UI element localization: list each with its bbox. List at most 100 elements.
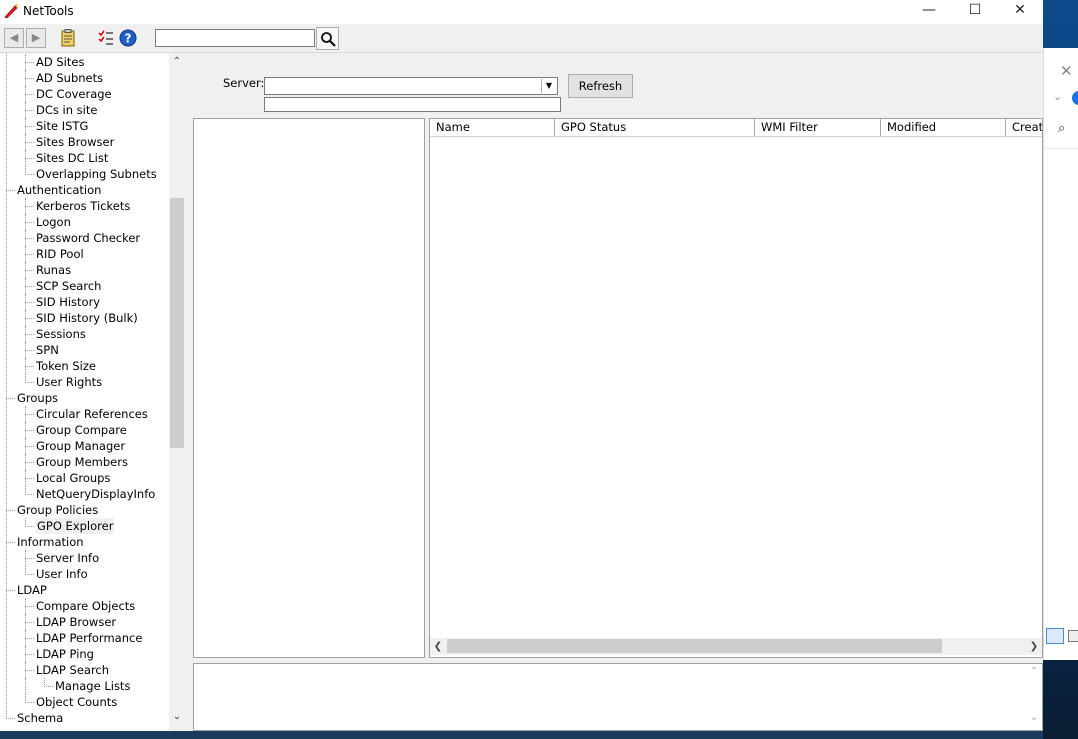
tree-connector [25, 126, 34, 127]
nettools-window: NetTools — ☐ ✕ ◀ ▶ ? AD Sites AD Subnets D… [0, 0, 1043, 731]
tree-connector [25, 142, 34, 143]
tree-item-logon[interactable]: Logon [36, 214, 71, 230]
server-secondary-field[interactable] [264, 97, 561, 112]
task-list-icon[interactable] [95, 28, 117, 50]
scroll-left-icon[interactable]: ❮ [430, 638, 446, 655]
chevron-down-icon[interactable]: ⌄ [1053, 90, 1062, 103]
gpo-tree-panel[interactable] [193, 118, 425, 658]
details-view-icon[interactable] [1046, 628, 1064, 644]
gpo-list[interactable]: Name GPO Status WMI Filter Modified Crea… [429, 118, 1043, 658]
tree-connector [25, 414, 34, 415]
tree-item-token-size[interactable]: Token Size [36, 358, 96, 374]
tree-item-circular-references[interactable]: Circular References [36, 406, 148, 422]
tree-item-overlapping-subnets[interactable]: Overlapping Subnets [36, 166, 157, 182]
horizontal-scrollbar[interactable]: ❮ ❯ [430, 638, 1042, 655]
forward-button[interactable]: ▶ [26, 28, 46, 48]
tree-item-sessions[interactable]: Sessions [36, 326, 86, 342]
tree-item-sid-history-bulk[interactable]: SID History (Bulk) [36, 310, 138, 326]
tree-item-ldap-ping[interactable]: LDAP Ping [36, 646, 94, 662]
tree-item-kerberos-tickets[interactable]: Kerberos Tickets [36, 198, 130, 214]
tree-item-sites-browser[interactable]: Sites Browser [36, 134, 114, 150]
tree-connector [25, 462, 34, 463]
svg-text:?: ? [125, 32, 132, 46]
column-header-gpo-status[interactable]: GPO Status [555, 119, 755, 136]
close-icon[interactable]: ✕ [1060, 62, 1073, 80]
search-input[interactable] [155, 29, 315, 47]
tree-item-dcs-in-site[interactable]: DCs in site [36, 102, 97, 118]
server-combobox[interactable]: ▼ [264, 77, 558, 95]
scroll-down-icon[interactable]: ⌄ [1026, 712, 1042, 723]
tree-item-scp-search[interactable]: SCP Search [36, 278, 101, 294]
scroll-thumb[interactable] [170, 198, 184, 448]
maximize-button[interactable]: ☐ [952, 0, 998, 22]
horizontal-scroll-thumb[interactable] [447, 639, 942, 653]
scroll-up-icon[interactable]: ⌃ [169, 56, 185, 67]
tree-item-sid-history[interactable]: SID History [36, 294, 100, 310]
tree-item-groups[interactable]: Groups [17, 390, 58, 406]
tree-connector [25, 166, 26, 175]
tree-scrollbar[interactable]: ⌃ ⌄ [169, 53, 185, 731]
tree-item-manage-lists[interactable]: Manage Lists [55, 678, 130, 694]
tree-connector [25, 238, 34, 239]
refresh-button[interactable]: Refresh [568, 74, 633, 98]
tree-connector [25, 198, 26, 214]
tree-item-user-info[interactable]: User Info [36, 566, 88, 582]
window-title: NetTools [23, 4, 74, 18]
tree-item-ldap-search[interactable]: LDAP Search [36, 662, 109, 678]
tree-item-compare-objects[interactable]: Compare Objects [36, 598, 135, 614]
tree-item-ldap-performance[interactable]: LDAP Performance [36, 630, 142, 646]
clipboard-icon[interactable] [57, 28, 79, 50]
back-button[interactable]: ◀ [4, 28, 24, 48]
tree-item-site-istg[interactable]: Site ISTG [36, 118, 88, 134]
tree-item-authentication[interactable]: Authentication [17, 182, 101, 198]
tree-item-user-rights[interactable]: User Rights [36, 374, 102, 390]
tree-connector [25, 638, 34, 639]
output-panel[interactable]: ⌃ ⌄ [193, 663, 1043, 731]
tree-connector [25, 134, 26, 150]
tree-item-information[interactable]: Information [17, 534, 84, 550]
tree-connector [25, 574, 34, 575]
tree-item-gpo-explorer[interactable]: GPO Explorer [36, 518, 115, 534]
close-button[interactable]: ✕ [997, 0, 1043, 22]
tree-item-object-counts[interactable]: Object Counts [36, 694, 117, 710]
tree-item-ad-subnets[interactable]: AD Subnets [36, 70, 103, 86]
scroll-right-icon[interactable]: ❯ [1026, 638, 1042, 655]
tree-item-ldap-browser[interactable]: LDAP Browser [36, 614, 116, 630]
search-button[interactable] [316, 27, 339, 50]
dropdown-arrow-icon[interactable]: ▼ [541, 79, 556, 93]
tree-item-group-members[interactable]: Group Members [36, 454, 128, 470]
tree-connector [6, 542, 15, 543]
tree-item-ldap[interactable]: LDAP [17, 582, 47, 598]
tree-connector [25, 678, 26, 694]
scroll-up-icon[interactable]: ⌃ [1026, 666, 1042, 677]
column-header-created[interactable]: Created [1006, 119, 1042, 136]
tree-connector [25, 470, 26, 486]
tree-item-group-policies[interactable]: Group Policies [17, 502, 98, 518]
tree-item-local-groups[interactable]: Local Groups [36, 470, 110, 486]
tree-item-runas[interactable]: Runas [36, 262, 71, 278]
navigation-tree[interactable]: AD Sites AD Subnets DC Coverage DCs in site… [0, 53, 169, 731]
tree-connector [25, 262, 26, 278]
column-header-wmi-filter[interactable]: WMI Filter [755, 119, 881, 136]
tree-item-ad-sites[interactable]: AD Sites [36, 54, 84, 70]
tree-item-sites-dc-list[interactable]: Sites DC List [36, 150, 108, 166]
tree-item-rid-pool[interactable]: RID Pool [36, 246, 84, 262]
tree-item-schema[interactable]: Schema [17, 710, 63, 726]
tree-item-server-info[interactable]: Server Info [36, 550, 99, 566]
tree-item-group-manager[interactable]: Group Manager [36, 438, 125, 454]
tree-item-group-compare[interactable]: Group Compare [36, 422, 127, 438]
tree-item-spn[interactable]: SPN [36, 342, 59, 358]
column-header-modified[interactable]: Modified [881, 119, 1006, 136]
tree-connector [25, 598, 26, 614]
tree-item-dc-coverage[interactable]: DC Coverage [36, 86, 112, 102]
scroll-down-icon[interactable]: ⌄ [169, 711, 185, 722]
tree-item-netquerydisplayinfo[interactable]: NetQueryDisplayInfo [36, 486, 155, 502]
output-scrollbar[interactable]: ⌃ ⌄ [1026, 664, 1042, 730]
column-header-name[interactable]: Name [430, 119, 555, 136]
search-icon[interactable]: ⌕ [1058, 121, 1065, 136]
tree-item-password-checker[interactable]: Password Checker [36, 230, 140, 246]
tree-connector [25, 334, 34, 335]
help-icon[interactable]: ? [117, 28, 139, 50]
minimize-button[interactable]: — [906, 0, 952, 22]
large-icons-view-icon[interactable] [1068, 630, 1078, 642]
